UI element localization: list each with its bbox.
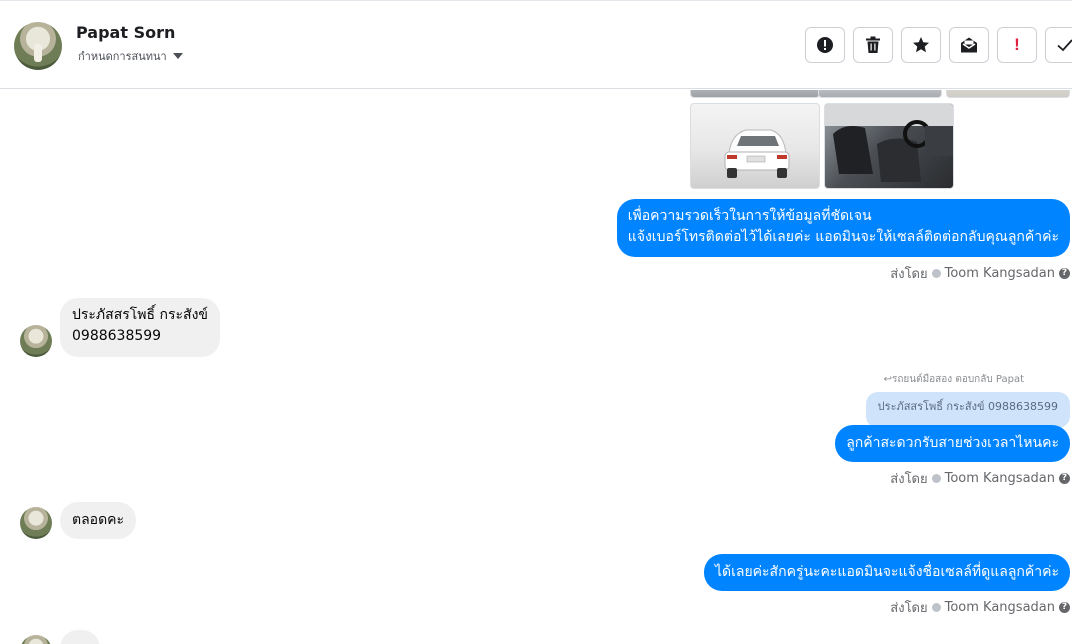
- sender-name[interactable]: Toom Kangsadan: [945, 600, 1055, 615]
- help-icon[interactable]: ?: [1059, 473, 1070, 484]
- car-interior-image: [825, 104, 953, 182]
- conversation-schedule-label: กำหนดการสนทนา: [78, 50, 167, 63]
- conversation-schedule-dropdown[interactable]: กำหนดการสนทนา: [78, 47, 183, 65]
- verified-icon: [931, 603, 941, 612]
- sender-name[interactable]: Toom Kangsadan: [945, 471, 1055, 486]
- contact-avatar[interactable]: [14, 22, 62, 70]
- mark-unread-button[interactable]: [949, 27, 989, 63]
- message-line: แจ้งเบอร์โทรติดต่อไว้ได้เลยค่ะ แอดมินจะใ…: [627, 229, 1059, 245]
- car-photo-thumbnail[interactable]: [690, 90, 820, 98]
- sent-by-label: ส่งโดย: [890, 267, 928, 282]
- star-button[interactable]: [901, 27, 941, 63]
- sent-by-label: ส่งโดย: [890, 472, 928, 487]
- message-thread: เพื่อความรวดเร็วในการให้ข้อมูลที่ชัดเจน …: [0, 90, 1072, 644]
- star-icon: [913, 37, 929, 53]
- sent-by-info: ส่งโดย Toom Kangsadan ?: [890, 263, 1070, 284]
- outgoing-message[interactable]: เพื่อความรวดเร็วในการให้ข้อมูลที่ชัดเจน …: [616, 199, 1070, 257]
- contact-avatar-small[interactable]: [20, 325, 52, 357]
- verified-icon: [931, 474, 941, 483]
- conversation-header: Papat Sorn กำหนดการสนทนา !: [0, 0, 1072, 89]
- car-photo-thumbnail[interactable]: [824, 103, 954, 189]
- envelope-icon: [961, 37, 977, 53]
- incoming-message[interactable]: [60, 630, 100, 644]
- caret-down-icon: [172, 53, 183, 59]
- outgoing-message[interactable]: ลูกค้าสะดวกรับสายช่วงเวลาไหนคะ: [835, 425, 1070, 462]
- quoted-message[interactable]: ประภัสสรโพธิ์ กระสังข์ 0988638599: [865, 392, 1070, 428]
- incoming-message[interactable]: ตลอดคะ: [60, 502, 137, 539]
- sender-name[interactable]: Toom Kangsadan: [945, 266, 1055, 281]
- sent-by-info: ส่งโดย Toom Kangsadan ?: [890, 597, 1070, 618]
- sent-by-info: ส่งโดย Toom Kangsadan ?: [890, 468, 1070, 489]
- verified-icon: [931, 269, 941, 278]
- help-icon[interactable]: ?: [1059, 268, 1070, 279]
- outgoing-message[interactable]: ได้เลยค่ะสักครู่นะคะแอดมินจะแจ้งชื่อเซลล…: [703, 554, 1070, 591]
- check-icon: [1057, 39, 1072, 52]
- follow-up-button[interactable]: !: [997, 27, 1037, 63]
- done-button[interactable]: [1045, 27, 1072, 63]
- incoming-message[interactable]: ประภัสสรโพธิ์ กระสังข์ 0988638599: [60, 298, 220, 357]
- contact-avatar-small[interactable]: [20, 507, 52, 539]
- exclamation-icon: !: [1014, 35, 1020, 54]
- contact-avatar-small[interactable]: [20, 635, 52, 644]
- message-line: ประภัสสรโพธิ์ กระสังข์: [72, 307, 208, 323]
- trash-icon: [866, 36, 880, 53]
- message-line: 0988638599: [72, 328, 162, 344]
- delete-button[interactable]: [853, 27, 893, 63]
- car-rear-image: [724, 129, 790, 178]
- reply-arrow-icon: ↩: [883, 374, 892, 385]
- alert-circle-icon: [817, 37, 833, 53]
- message-line: เพื่อความรวดเร็วในการให้ข้อมูลที่ชัดเจน: [627, 208, 872, 224]
- car-photo-thumbnail[interactable]: [946, 90, 1070, 98]
- help-icon[interactable]: ?: [1059, 602, 1070, 613]
- sent-by-label: ส่งโดย: [890, 601, 928, 616]
- car-photo-thumbnail[interactable]: [818, 90, 942, 98]
- spam-button[interactable]: [805, 27, 845, 63]
- reply-label: ↩รถยนต์มือสอง ตอบกลับ Papat: [883, 374, 1024, 385]
- contact-name[interactable]: Papat Sorn: [76, 23, 175, 42]
- car-photo-thumbnail[interactable]: [690, 103, 820, 189]
